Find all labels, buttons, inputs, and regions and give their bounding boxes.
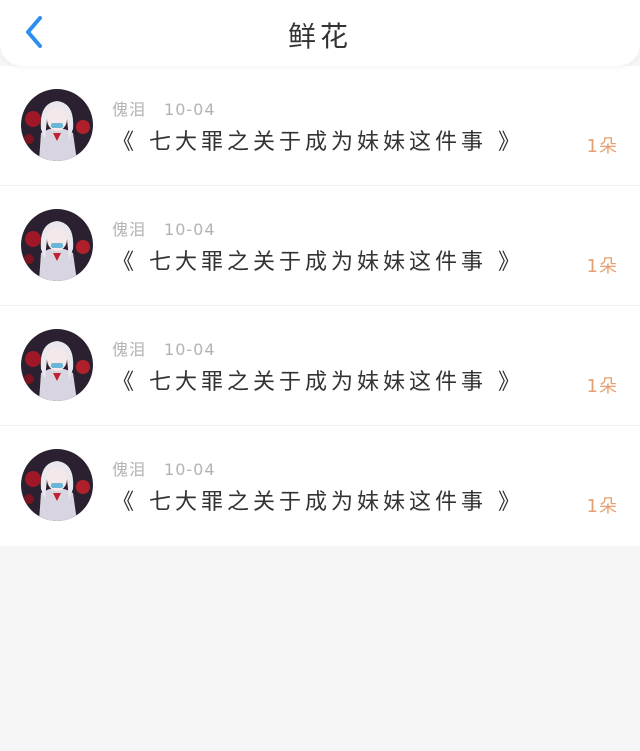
- flower-amount: 1朵: [586, 496, 618, 517]
- record-meta: 傀泪 10-04: [112, 336, 216, 360]
- book-title[interactable]: 《 七大罪之关于成为妹妹这件事 》: [112, 364, 524, 396]
- list-item[interactable]: 傀泪 10-04 《 七大罪之关于成为妹妹这件事 》 1朵: [0, 186, 640, 306]
- record-date: 10-04: [164, 460, 216, 479]
- username: 傀泪: [112, 340, 147, 359]
- list-item[interactable]: 傀泪 10-04 《 七大罪之关于成为妹妹这件事 》 1朵: [0, 426, 640, 546]
- record-meta: 傀泪 10-04: [112, 216, 216, 240]
- avatar[interactable]: [21, 89, 93, 161]
- page-title: 鲜花: [287, 20, 352, 53]
- username: 傀泪: [112, 460, 147, 479]
- flower-record-list: 傀泪 10-04 《 七大罪之关于成为妹妹这件事 》 1朵 傀泪 10-04 《 七…: [0, 66, 640, 546]
- flower-amount: 1朵: [586, 256, 618, 277]
- avatar[interactable]: [21, 329, 93, 401]
- avatar[interactable]: [21, 449, 93, 521]
- record-meta: 傀泪 10-04: [112, 96, 216, 120]
- username: 傀泪: [112, 100, 147, 119]
- book-title[interactable]: 《 七大罪之关于成为妹妹这件事 》: [112, 244, 524, 276]
- username: 傀泪: [112, 220, 147, 239]
- avatar[interactable]: [21, 209, 93, 281]
- header-bar: 鲜花: [0, 0, 640, 66]
- list-item[interactable]: 傀泪 10-04 《 七大罪之关于成为妹妹这件事 》 1朵: [0, 66, 640, 186]
- record-date: 10-04: [164, 220, 216, 239]
- record-date: 10-04: [164, 340, 216, 359]
- list-item[interactable]: 傀泪 10-04 《 七大罪之关于成为妹妹这件事 》 1朵: [0, 306, 640, 426]
- flower-amount: 1朵: [586, 376, 618, 397]
- book-title[interactable]: 《 七大罪之关于成为妹妹这件事 》: [112, 484, 524, 516]
- book-title[interactable]: 《 七大罪之关于成为妹妹这件事 》: [112, 124, 524, 156]
- record-date: 10-04: [164, 100, 216, 119]
- flower-amount: 1朵: [586, 136, 618, 157]
- record-meta: 傀泪 10-04: [112, 456, 216, 480]
